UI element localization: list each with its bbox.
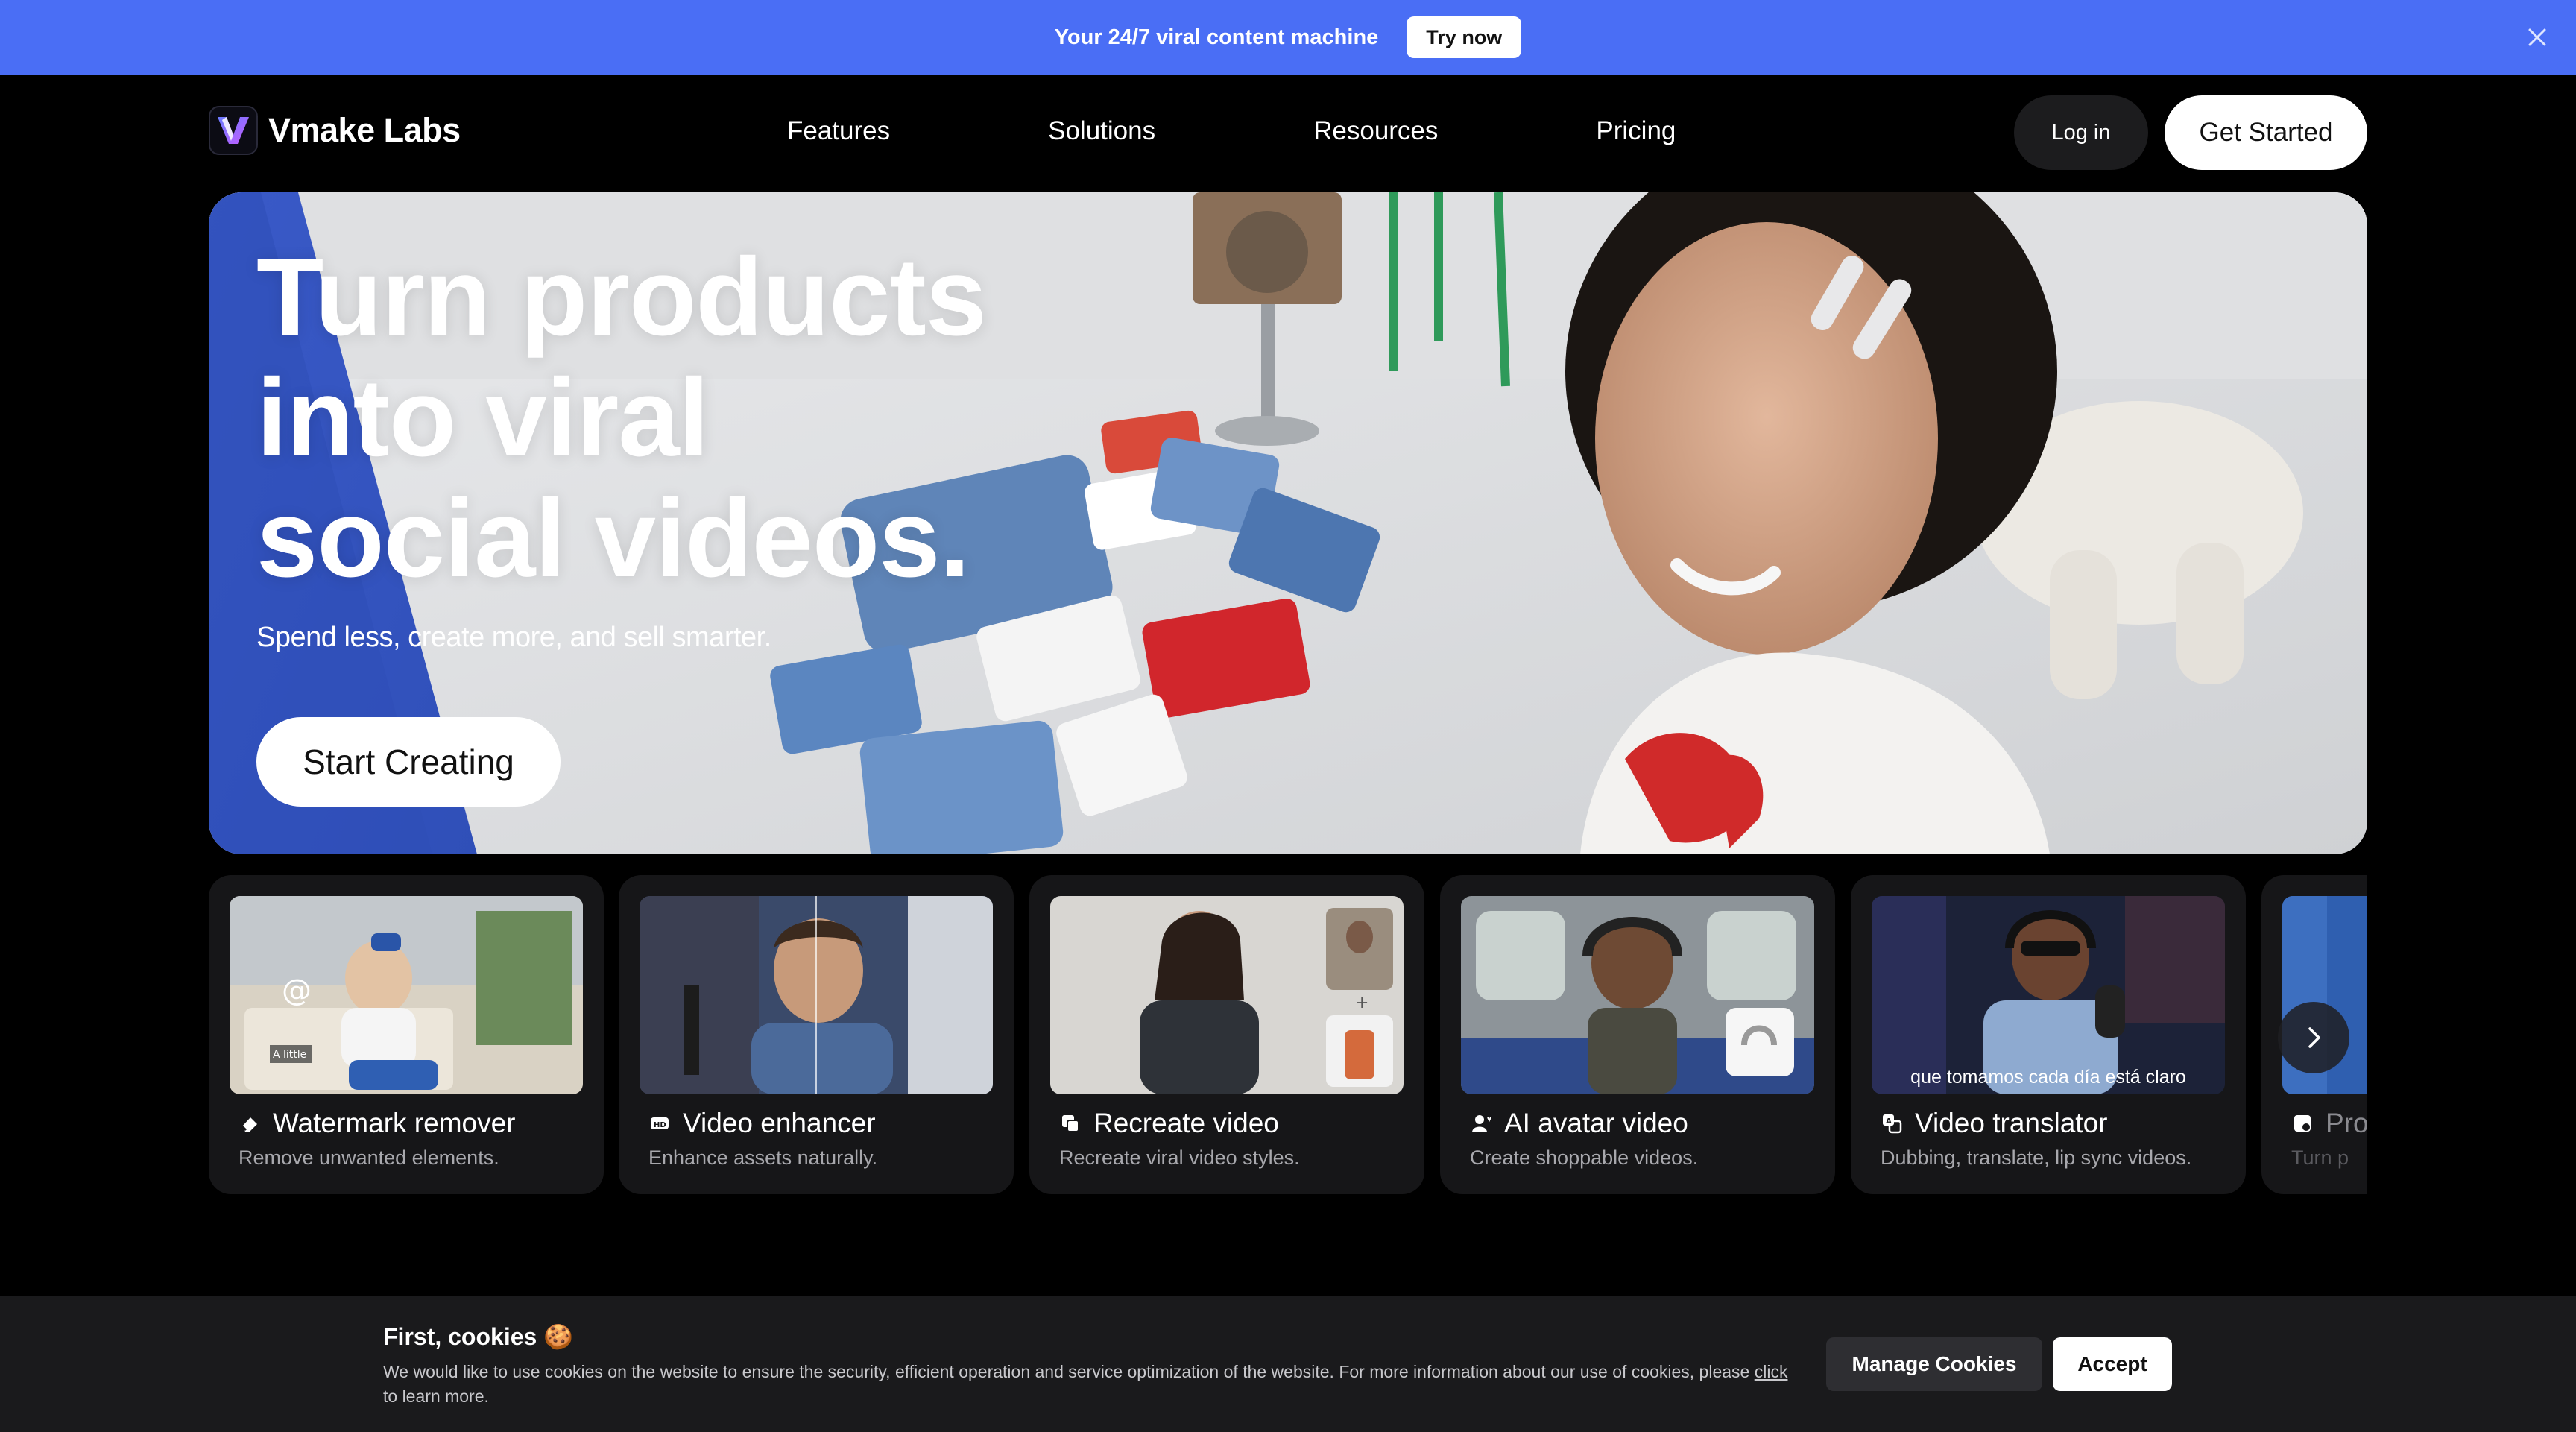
nav-pricing[interactable]: Pricing: [1596, 116, 1676, 146]
hero-subtitle: Spend less, create more, and sell smarte…: [256, 622, 771, 653]
announcement-bar: Your 24/7 viral content machine Try now: [0, 0, 2576, 75]
chevron-right-icon: [2308, 1027, 2320, 1048]
card-title-text: Video translator: [1915, 1108, 2108, 1138]
cookie-text: We would like to use cookies on the webs…: [383, 1362, 1755, 1381]
card-title: Watermark remover: [239, 1108, 516, 1139]
eraser-icon: [239, 1112, 261, 1135]
manage-cookies-button[interactable]: Manage Cookies: [1826, 1337, 2042, 1391]
avatar-icon: [1470, 1112, 1492, 1135]
recreate-icon: [1059, 1112, 1082, 1135]
login-button[interactable]: Log in: [2014, 95, 2148, 170]
announcement-text: Your 24/7 viral content machine: [1054, 25, 1379, 49]
svg-text:HD: HD: [654, 1121, 666, 1129]
card-description: Recreate viral video styles.: [1059, 1146, 1300, 1169]
card-description: Enhance assets naturally.: [648, 1146, 878, 1169]
vmake-logo-icon: [209, 106, 258, 155]
card-title-text: Pro: [2326, 1108, 2367, 1138]
hero-title-line: into viral: [256, 356, 710, 479]
card-thumbnail: @ A little: [230, 896, 583, 1094]
translate-icon: A: [1881, 1112, 1903, 1135]
card-title: AI avatar video: [1470, 1108, 1688, 1139]
card-title: A Video translator: [1881, 1108, 2107, 1139]
get-started-button[interactable]: Get Started: [2165, 95, 2367, 170]
subtitle-caption: que tomamos cada día está claro: [1910, 1067, 2186, 1088]
svg-text:A: A: [1886, 1117, 1892, 1126]
nav-solutions[interactable]: Solutions: [1048, 116, 1155, 146]
card-title: Pro: [2291, 1108, 2367, 1139]
brand-logo[interactable]: Vmake Labs: [209, 106, 461, 155]
try-now-button[interactable]: Try now: [1407, 16, 1522, 58]
cookie-learn-more-link[interactable]: click: [1755, 1362, 1788, 1381]
card-thumbnail: [1461, 896, 1814, 1094]
card-title: Recreate video: [1059, 1108, 1279, 1139]
product-icon: [2291, 1112, 2314, 1135]
card-ai-avatar-video[interactable]: AI avatar video Create shoppable videos.: [1440, 875, 1835, 1194]
card-title-text: Watermark remover: [273, 1108, 516, 1138]
nav-resources[interactable]: Resources: [1313, 116, 1438, 146]
card-watermark-remover[interactable]: @ A little Watermark remover Remove unwa…: [209, 875, 604, 1194]
main-nav: Vmake Labs Features Solutions Resources …: [0, 75, 2576, 192]
nav-features[interactable]: Features: [787, 116, 890, 146]
card-video-translator[interactable]: que tomamos cada día está claro A Video …: [1851, 875, 2246, 1194]
card-title-text: AI avatar video: [1504, 1108, 1688, 1138]
hero-title: Turn products into viral social videos.: [256, 236, 987, 600]
start-creating-button[interactable]: Start Creating: [256, 717, 561, 807]
accept-cookies-button[interactable]: Accept: [2053, 1337, 2172, 1391]
brand-name: Vmake Labs: [268, 111, 461, 149]
feature-carousel: @ A little Watermark remover Remove unwa…: [209, 875, 2367, 1196]
card-thumbnail: +: [1050, 896, 1404, 1094]
card-thumbnail: [640, 896, 993, 1094]
hd-icon: HD: [648, 1112, 671, 1135]
hero-banner: Turn products into viral social videos. …: [209, 192, 2367, 854]
card-title: HD Video enhancer: [648, 1108, 876, 1139]
cookie-description: We would like to use cookies on the webs…: [383, 1360, 1799, 1409]
card-video-enhancer[interactable]: HD Video enhancer Enhance assets natural…: [619, 875, 1014, 1194]
nav-links: Features Solutions Resources Pricing: [787, 116, 1676, 146]
card-description: Turn p: [2291, 1146, 2349, 1169]
card-title-text: Recreate video: [1093, 1108, 1279, 1138]
svg-text:@: @: [282, 974, 312, 1008]
thumb-label: A little: [273, 1049, 306, 1061]
cookie-title: First, cookies 🍪: [383, 1323, 574, 1350]
carousel-next-button[interactable]: [2278, 1002, 2349, 1073]
close-icon[interactable]: [2521, 21, 2554, 54]
svg-text:+: +: [1355, 994, 1368, 1012]
cookie-text-end: to learn more.: [383, 1387, 489, 1406]
card-description: Remove unwanted elements.: [239, 1146, 499, 1169]
cookie-banner: First, cookies 🍪 We would like to use co…: [0, 1296, 2576, 1432]
card-description: Dubbing, translate, lip sync videos.: [1881, 1146, 2192, 1169]
card-description: Create shoppable videos.: [1470, 1146, 1699, 1169]
hero-title-line: social videos.: [256, 477, 970, 600]
card-recreate-video[interactable]: + Recreate video Recreate viral video st…: [1029, 875, 1424, 1194]
hero-title-line: Turn products: [256, 236, 987, 359]
card-title-text: Video enhancer: [683, 1108, 876, 1138]
card-thumbnail: que tomamos cada día está claro: [1872, 896, 2225, 1094]
